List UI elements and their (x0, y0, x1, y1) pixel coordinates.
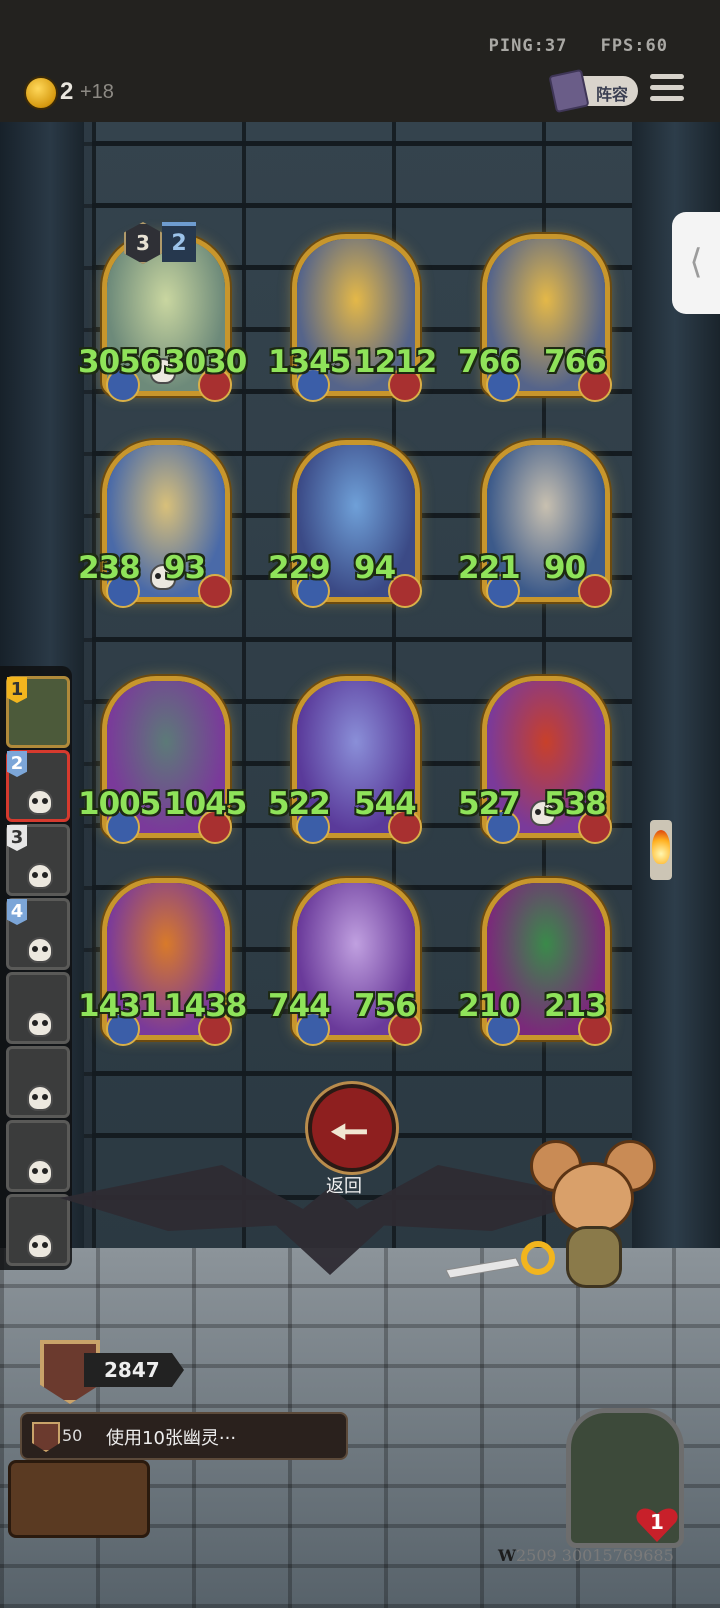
attack-value: 210 (458, 988, 521, 1024)
skull-icon (27, 937, 53, 963)
attack-value: 221 (458, 550, 521, 586)
hand-card[interactable]: 2 (6, 750, 70, 822)
lineup-label: 阵容 (596, 85, 629, 104)
fps-text: FPS:60 (600, 36, 668, 56)
quest-bar[interactable]: 50 使用10张幽灵··· (20, 1412, 348, 1460)
health-value: 90 (544, 550, 586, 586)
top-bar: PING:37 FPS:60 2 +18 阵容 (0, 0, 720, 122)
card-star-badge: 2 (162, 222, 196, 262)
hand-card[interactable] (6, 972, 70, 1044)
health-value: 756 (354, 988, 417, 1024)
attack-value: 744 (268, 988, 331, 1024)
back-label: 返回 (326, 1176, 362, 1197)
hand-card-number: 4 (7, 899, 27, 925)
health-value: 3030 (164, 344, 247, 380)
hand-card-number: 1 (7, 677, 27, 703)
hand-card[interactable] (6, 1120, 70, 1192)
gold-coin-icon (24, 76, 58, 110)
hand-card[interactable]: 1 (6, 676, 70, 748)
lineup-button[interactable]: 阵容 (548, 68, 638, 114)
trophy-count: 2847 (84, 1353, 184, 1387)
attack-value: 3056 (78, 344, 161, 380)
attack-value: 238 (78, 550, 141, 586)
hand-card[interactable]: 3 (6, 824, 70, 896)
scissors-icon (446, 1241, 555, 1279)
tavern-shop-icon[interactable] (8, 1460, 150, 1538)
ping-text: PING:37 (488, 36, 568, 56)
skull-icon (27, 1159, 53, 1185)
skull-icon (27, 1011, 53, 1037)
health-value: 213 (544, 988, 607, 1024)
coin-income: +18 (80, 81, 114, 103)
menu-icon[interactable] (650, 74, 684, 104)
hand-panel: 1 2 3 4 (0, 666, 72, 1270)
hand-card-number: 2 (7, 751, 27, 777)
hand-card[interactable] (6, 1046, 70, 1118)
hand-card[interactable]: 4 (6, 898, 70, 970)
health-value: 1212 (354, 344, 437, 380)
coin-count: 2 (60, 78, 74, 105)
attack-value: 766 (458, 344, 521, 380)
side-panel-toggle[interactable]: ⟨ (672, 212, 720, 314)
quest-text: 使用10张幽灵··· (106, 1428, 237, 1449)
skull-icon (27, 789, 53, 815)
skull-icon (27, 1233, 53, 1259)
network-stats: PING:37 FPS:60 (489, 36, 668, 56)
quest-reward: 50 (62, 1426, 83, 1445)
health-value: 538 (544, 786, 607, 822)
attack-value: 1345 (268, 344, 351, 380)
attack-value: 522 (268, 786, 331, 822)
watermark: W2509 30015769685 (498, 1546, 674, 1565)
hand-card[interactable] (6, 1194, 70, 1266)
attack-value: 1005 (78, 786, 161, 822)
health-value: 1045 (164, 786, 247, 822)
skull-icon (27, 863, 53, 889)
health-value: 766 (544, 344, 607, 380)
flame-icon (652, 830, 670, 864)
health-value: 94 (354, 550, 396, 586)
skull-icon (27, 1085, 53, 1111)
arrow-left-icon: 🠔 (330, 1107, 369, 1158)
hand-card-number: 3 (7, 825, 27, 851)
health-value: 93 (164, 550, 206, 586)
attack-value: 1431 (78, 988, 161, 1024)
attack-value: 229 (268, 550, 331, 586)
health-value: 544 (354, 786, 417, 822)
health-value: 1438 (164, 988, 247, 1024)
attack-value: 527 (458, 786, 521, 822)
quest-crown-icon (32, 1422, 60, 1452)
book-icon (548, 68, 590, 114)
